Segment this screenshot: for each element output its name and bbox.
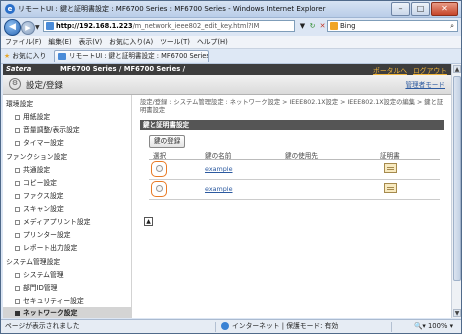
minimize-button[interactable]: – — [391, 2, 410, 16]
nav-section-function[interactable]: ファンクション設定 — [6, 151, 67, 161]
menu-help[interactable]: ヘルプ(H) — [197, 38, 228, 46]
maximize-button[interactable]: □ — [411, 2, 430, 16]
bullet-icon — [15, 285, 20, 291]
address-bar[interactable]: http://192.168.1.223/m_network_ieee802_e… — [43, 20, 295, 32]
nav-section-system[interactable]: システム管理設定 — [6, 256, 60, 266]
scroll-up-icon[interactable]: ▲ — [453, 65, 461, 73]
zoom-level[interactable]: 🔍▾ 100% ▾ — [414, 320, 453, 333]
security-zone[interactable]: インターネット | 保護モード: 有効 — [221, 320, 338, 333]
select-radio[interactable] — [156, 185, 163, 192]
main-content: 設定/登録 : システム管理設定 : ネットワーク設定 > IEEE802.1X… — [140, 95, 448, 318]
favorites-bar: ★ お気に入り リモートUI : 鍵と証明書設定 : MF6700 Series… — [1, 49, 461, 64]
logout-link[interactable]: ログアウト — [413, 67, 447, 75]
favorites-label: お気に入り — [12, 52, 47, 60]
close-button[interactable]: ✕ — [431, 2, 458, 16]
breadcrumb: 設定/登録 : システム管理設定 : ネットワーク設定 > IEEE802.1X… — [140, 99, 444, 114]
star-icon: ★ — [4, 52, 11, 60]
browser-window: e リモートUI : 鍵と証明書設定 : MF6700 Series : MF6… — [0, 0, 462, 334]
status-divider — [391, 322, 392, 332]
certificate-icon[interactable] — [384, 183, 397, 193]
sidebar-item-security[interactable]: セキュリティー設定 — [15, 295, 84, 305]
bullet-icon — [15, 232, 20, 238]
bullet-icon — [15, 167, 20, 173]
key-name-link[interactable]: example — [205, 185, 233, 193]
page-viewport: Satera MF6700 Series / MF6700 Series / ポ… — [3, 64, 451, 318]
bullet-icon — [15, 180, 20, 186]
page-title: 設定/登録 — [26, 81, 63, 91]
section-title: 鍵と証明書設定 — [140, 120, 444, 130]
page-icon — [46, 22, 54, 30]
sidebar-item-copy[interactable]: コピー設定 — [15, 177, 57, 187]
history-dropdown-icon[interactable]: ▼ — [35, 24, 40, 31]
sidebar-item-timer[interactable]: タイマー設定 — [15, 137, 64, 147]
bullet-icon — [15, 219, 20, 225]
sidebar-item-fax[interactable]: ファクス設定 — [15, 190, 64, 200]
title-bar: e リモートUI : 鍵と証明書設定 : MF6700 Series : MF6… — [1, 1, 461, 18]
portal-link[interactable]: ポータルへ — [373, 67, 407, 75]
bullet-icon — [15, 206, 20, 212]
nav-section-environment[interactable]: 環境設定 — [6, 98, 33, 108]
bullet-icon — [15, 114, 20, 120]
sidebar: 環境設定 用紙設定 音量調整/表示設定 タイマー設定 ファンクション設定 共通設… — [3, 95, 132, 318]
bullet-icon — [15, 272, 20, 278]
vertical-scrollbar[interactable]: ▲ ▼ — [451, 64, 461, 318]
brand-logo: Satera — [6, 65, 32, 73]
ie-logo-icon: e — [5, 4, 15, 14]
model-name: MF6700 Series / MF6700 Series / — [60, 65, 186, 73]
select-radio[interactable] — [156, 165, 163, 172]
menu-view[interactable]: 表示(V) — [79, 38, 103, 46]
bullet-icon — [15, 127, 20, 133]
tab-title: リモートUI : 鍵と証明書設定 : MF6700 Series... — [69, 52, 209, 60]
search-engine-label: Bing — [340, 22, 356, 30]
menu-favorites[interactable]: お気に入り(A) — [109, 38, 153, 46]
page-subheader: ⚙ 設定/登録 管理者モード — [3, 75, 451, 95]
scroll-thumb[interactable] — [453, 76, 461, 281]
settings-gear-icon: ⚙ — [9, 78, 21, 90]
menu-edit[interactable]: 編集(E) — [48, 38, 71, 46]
sidebar-item-paper[interactable]: 用紙設定 — [15, 111, 50, 121]
sidebar-item-network[interactable]: ネットワーク設定 — [3, 307, 131, 318]
bullet-icon — [15, 310, 20, 316]
address-path: /m_network_ieee802_edit_key.html?IM — [132, 22, 260, 30]
certificate-icon[interactable] — [384, 163, 397, 173]
search-box[interactable]: Bing ⌕ — [327, 20, 458, 32]
manager-mode-link[interactable]: 管理者モード — [405, 79, 445, 89]
status-text: ページが表示されました — [5, 322, 80, 330]
menu-tools[interactable]: ツール(T) — [160, 38, 190, 46]
menu-bar: ファイル(F) 編集(E) 表示(V) お気に入り(A) ツール(T) ヘルプ(H) — [1, 36, 461, 49]
sidebar-item-printer[interactable]: プリンター設定 — [15, 229, 71, 239]
globe-icon — [221, 322, 229, 330]
bullet-icon — [15, 193, 20, 199]
key-name-link[interactable]: example — [205, 165, 233, 173]
status-divider — [215, 322, 216, 332]
satera-header: Satera MF6700 Series / MF6700 Series / ポ… — [3, 64, 451, 75]
sidebar-item-common[interactable]: 共通設定 — [15, 164, 50, 174]
tab-page-icon — [58, 53, 66, 60]
bullet-icon — [15, 298, 20, 304]
address-row: ◀ ▶ ▼ http://192.168.1.223/m_network_iee… — [1, 18, 461, 36]
back-to-top-icon[interactable]: ▲ — [144, 217, 153, 226]
sidebar-item-department-id[interactable]: 部門ID管理 — [15, 282, 57, 292]
sidebar-item-report[interactable]: レポート出力設定 — [15, 242, 77, 252]
menu-file[interactable]: ファイル(F) — [5, 38, 41, 46]
sidebar-item-system-management[interactable]: システム管理 — [15, 269, 64, 279]
address-host: http://192.168.1.223 — [56, 22, 133, 30]
table-row: example — [149, 180, 440, 200]
browser-tab[interactable]: リモートUI : 鍵と証明書設定 : MF6700 Series... — [54, 50, 209, 62]
sidebar-item-volume-display[interactable]: 音量調整/表示設定 — [15, 124, 80, 134]
favorites-button[interactable]: ★ お気に入り — [4, 51, 46, 61]
window-title: リモートUI : 鍵と証明書設定 : MF6700 Series : MF670… — [18, 5, 326, 13]
register-key-button[interactable]: 鍵の登録 — [149, 135, 186, 148]
bullet-icon — [15, 140, 20, 146]
bing-icon — [330, 22, 338, 30]
bullet-icon — [15, 245, 20, 251]
forward-button[interactable]: ▶ — [21, 21, 35, 35]
sidebar-item-scan[interactable]: スキャン設定 — [15, 203, 64, 213]
scroll-down-icon[interactable]: ▼ — [453, 309, 461, 317]
table-row: example — [149, 160, 440, 180]
sidebar-item-media-print[interactable]: メディアプリント設定 — [15, 216, 91, 226]
back-button[interactable]: ◀ — [4, 19, 21, 36]
status-bar: ページが表示されました インターネット | 保護モード: 有効 🔍▾ 100% … — [1, 319, 461, 333]
search-icon[interactable]: ⌕ — [450, 21, 454, 32]
